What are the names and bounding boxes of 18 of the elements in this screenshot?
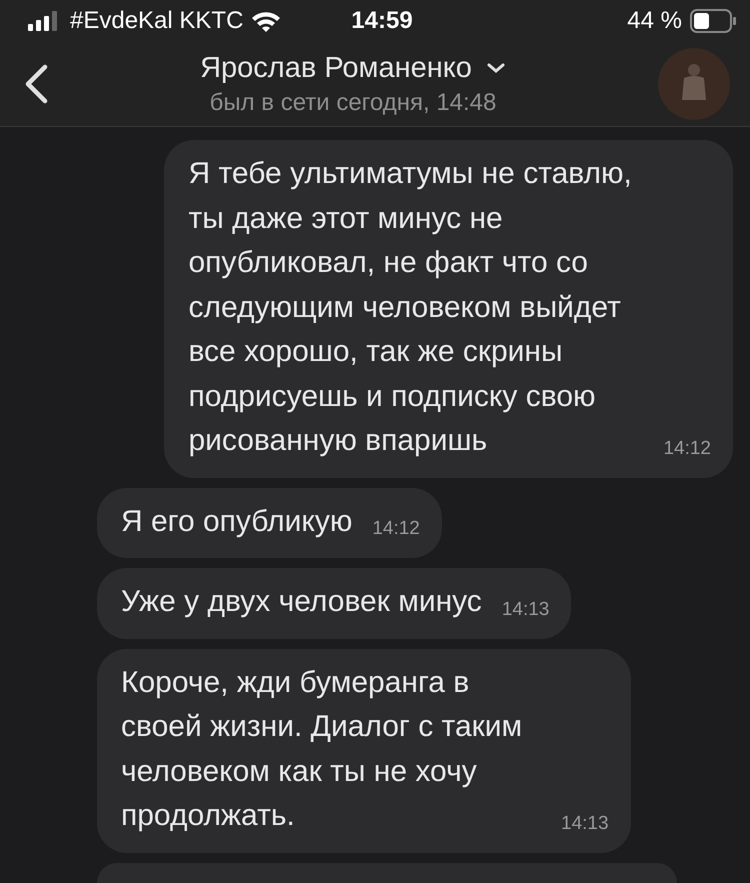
message-time: 14:13 (561, 812, 609, 836)
message-time: 14:12 (372, 517, 420, 541)
message-text: Я тебе ультиматумы не ставлю, ты даже этот минус не опубликовал, не факт что со следующим человеком выйдет все хорошо, так же скрины подрисуешь и подписку свою рисованную впаришь (188, 156, 633, 459)
contact-name[interactable]: Ярослав Романенко (200, 52, 472, 84)
battery-percent: 44 % (627, 7, 682, 35)
avatar[interactable] (658, 48, 730, 120)
message-time: 14:13 (502, 598, 550, 622)
message-text: Короче, жди бумеранга в своей жизни. Диалог с таким человеком как ты не хочу продолжать. (121, 664, 524, 834)
back-icon[interactable] (24, 64, 48, 104)
last-seen-status: был в сети сегодня, 14:48 (210, 88, 496, 116)
clock-time: 14:59 (351, 7, 413, 35)
carrier-name: #EvdeKal KKTC (70, 7, 244, 35)
message-text: Я его опубликую (121, 504, 352, 540)
battery-icon (690, 9, 736, 33)
wifi-icon (251, 10, 282, 32)
chevron-down-icon[interactable] (486, 62, 506, 74)
message-text: Уже у двух человек минус (121, 584, 482, 620)
message-time: 14:12 (663, 436, 711, 460)
